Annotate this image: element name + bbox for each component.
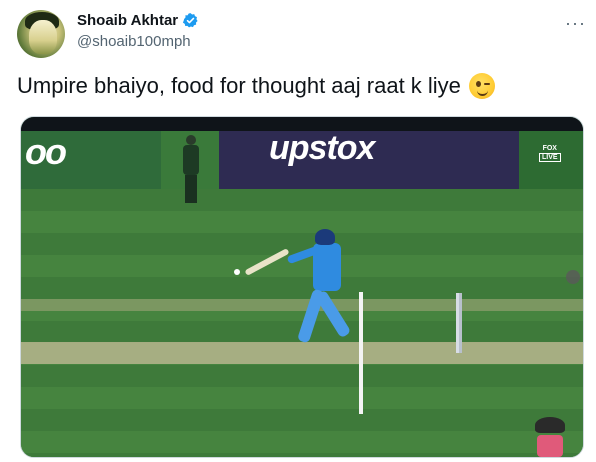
stumps-shadow [459,293,462,353]
batter-figure [244,229,373,359]
fielder-head [186,135,196,145]
tweet-text: Umpire bhaiyo, food for thought aaj raat… [17,73,461,98]
batter-helmet [315,229,335,245]
tweet-text-row: Umpire bhaiyo, food for thought aaj raat… [17,73,495,99]
fielder-legs [185,175,197,203]
emoji-eye-left [475,81,481,87]
tweet-media-image[interactable]: oo upstox FOX LIVE [20,116,584,458]
advert-text-left: oo [25,131,67,172]
profile-avatar[interactable] [17,10,65,58]
more-dots-icon[interactable]: ··· [565,14,586,32]
umpire-shirt [537,435,563,457]
verified-badge-icon [183,13,198,28]
author-name-row: Shoaib Akhtar [77,12,199,29]
tweet-card: Shoaib Akhtar @shoaib100mph ··· Umpire b… [0,0,596,462]
avatar-face [29,20,57,54]
winking-face-icon [468,73,495,99]
emoji-eye-wink [483,83,490,85]
fielder-figure [181,135,201,205]
umpire-hat [535,417,565,433]
emoji-mouth [476,89,488,96]
batter-torso [313,243,341,291]
batter-leg-back [314,289,352,339]
umpire-figure [533,417,567,457]
cricket-ball [234,269,240,275]
broadcaster-tag: LIVE [539,152,561,163]
advert-text-upstox: upstox [269,129,375,167]
broadcaster-logo: FOX LIVE [539,145,561,163]
author-name[interactable]: Shoaib Akhtar [77,12,178,29]
broadcaster-name: FOX [542,145,557,152]
fielder-body [183,145,199,175]
media-nav-dot-icon[interactable] [566,270,580,284]
author-handle[interactable]: @shoaib100mph [77,33,191,50]
